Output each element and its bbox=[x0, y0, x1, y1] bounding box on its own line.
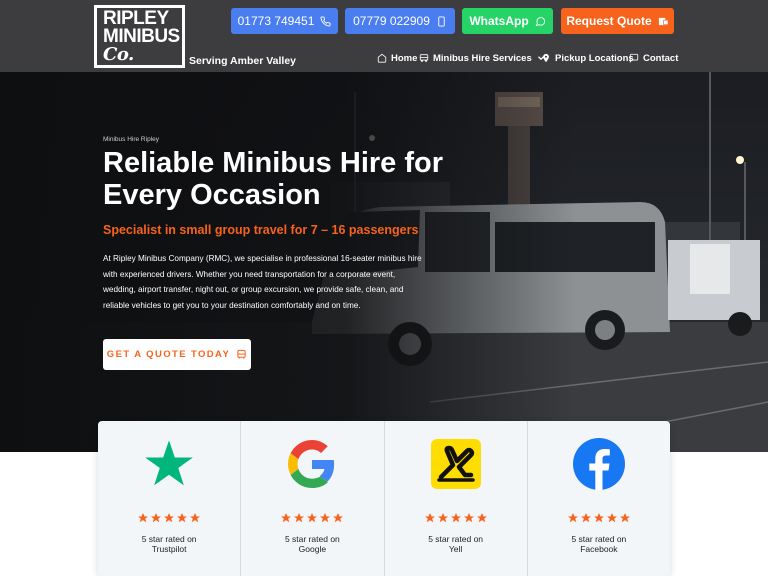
star-icon bbox=[151, 513, 162, 523]
star-icon bbox=[580, 513, 591, 523]
star-icon bbox=[164, 513, 175, 523]
star-icon bbox=[307, 513, 318, 523]
hero-section: Minibus Hire Ripley Reliable Minibus Hir… bbox=[0, 72, 768, 452]
star-icon bbox=[476, 513, 487, 523]
home-icon bbox=[377, 53, 387, 63]
site-logo[interactable]: RIPLEY MINIBUS Co. bbox=[94, 5, 185, 68]
review-caption-line-2: Trustpilot bbox=[151, 544, 187, 554]
phone-button-1[interactable]: 01773 749451 bbox=[231, 8, 338, 34]
yell-logo bbox=[429, 437, 483, 491]
nav-services-label: Minibus Hire Services bbox=[433, 52, 532, 64]
star-icon bbox=[424, 513, 435, 523]
star-icon bbox=[138, 513, 149, 523]
whatsapp-label: WhatsApp bbox=[469, 14, 529, 28]
trustpilot-star-icon bbox=[145, 440, 193, 486]
request-quote-label: Request Quote bbox=[566, 14, 652, 28]
review-card-yell[interactable]: 5 star rated on Yell bbox=[383, 421, 527, 576]
star-icon bbox=[190, 513, 201, 523]
phone-icon bbox=[320, 15, 331, 26]
chat-icon bbox=[629, 53, 639, 63]
star-icon bbox=[606, 513, 617, 523]
nav-contact-label: Contact bbox=[643, 52, 679, 64]
star-rating bbox=[528, 512, 670, 524]
review-caption: 5 star rated on Google bbox=[241, 534, 383, 554]
map-pin-icon bbox=[543, 53, 549, 63]
review-caption-line-2: Yell bbox=[448, 544, 463, 554]
phone-1-label: 01773 749451 bbox=[237, 14, 315, 28]
review-caption: 5 star rated on Facebook bbox=[528, 534, 670, 554]
star-icon bbox=[450, 513, 461, 523]
star-icon bbox=[463, 513, 474, 523]
yell-icon bbox=[430, 439, 481, 489]
quote-icon bbox=[658, 17, 669, 25]
mobile-phone-icon bbox=[438, 15, 445, 27]
request-quote-button[interactable]: Request Quote bbox=[561, 8, 674, 34]
bus-icon bbox=[237, 349, 246, 359]
review-card-facebook[interactable]: 5 star rated on Facebook bbox=[526, 421, 670, 576]
review-caption-line-1: 5 star rated on bbox=[571, 534, 627, 544]
site-header: RIPLEY MINIBUS Co. Serving Amber Valley … bbox=[0, 0, 768, 72]
star-icon bbox=[619, 513, 630, 523]
whatsapp-button[interactable]: WhatsApp bbox=[462, 8, 553, 34]
review-caption-line-2: Google bbox=[298, 544, 327, 554]
nav-minibus-hire-services[interactable]: Minibus Hire Services bbox=[419, 51, 546, 65]
facebook-icon bbox=[572, 438, 625, 490]
logo-line-3: Co. bbox=[103, 44, 134, 65]
google-g-icon bbox=[288, 440, 335, 488]
review-caption-line-2: Facebook bbox=[580, 544, 618, 554]
nav-contact[interactable]: Contact bbox=[629, 51, 678, 65]
review-caption: 5 star rated on Trustpilot bbox=[98, 534, 240, 554]
nav-pickup-label: Pickup Locations bbox=[555, 52, 634, 64]
star-icon bbox=[333, 513, 344, 523]
star-rating bbox=[241, 512, 383, 524]
review-caption-line-1: 5 star rated on bbox=[428, 534, 484, 544]
review-card-trustpilot[interactable]: 5 star rated on Trustpilot bbox=[98, 421, 240, 576]
hero-description: At Ripley Minibus Company (RMC), we spec… bbox=[103, 254, 422, 310]
hero-title: Reliable Minibus Hire for Every Occasion bbox=[103, 147, 443, 211]
hero-eyebrow: Minibus Hire Ripley bbox=[103, 136, 159, 143]
hero-subtitle: Specialist in small group travel for 7 –… bbox=[103, 223, 419, 237]
phone-2-label: 07779 022909 bbox=[353, 14, 430, 28]
bus-icon bbox=[419, 54, 429, 62]
google-logo bbox=[285, 437, 339, 491]
star-icon bbox=[593, 513, 604, 523]
reviews-panel: 5 star rated on Trustpilot 5 star rated … bbox=[98, 421, 670, 576]
review-card-google[interactable]: 5 star rated on Google bbox=[240, 421, 383, 576]
get-quote-label: GET A QUOTE TODAY bbox=[106, 349, 231, 360]
star-icon bbox=[567, 513, 578, 523]
site-tagline: Serving Amber Valley bbox=[189, 55, 296, 67]
star-rating bbox=[98, 512, 240, 524]
phone-button-2[interactable]: 07779 022909 bbox=[345, 8, 455, 34]
review-caption: 5 star rated on Yell bbox=[385, 534, 527, 554]
whatsapp-icon bbox=[535, 16, 545, 26]
star-rating bbox=[385, 512, 527, 524]
trustpilot-logo bbox=[142, 437, 196, 491]
star-icon bbox=[294, 513, 305, 523]
star-icon bbox=[320, 513, 331, 523]
nav-pickup-locations[interactable]: Pickup Locations bbox=[541, 51, 634, 65]
star-icon bbox=[437, 513, 448, 523]
nav-home[interactable]: Home bbox=[377, 51, 417, 65]
star-icon bbox=[177, 513, 188, 523]
star-icon bbox=[281, 513, 292, 523]
review-caption-line-1: 5 star rated on bbox=[141, 534, 197, 544]
get-quote-button[interactable]: GET A QUOTE TODAY bbox=[103, 339, 251, 370]
review-caption-line-1: 5 star rated on bbox=[284, 534, 340, 544]
nav-home-label: Home bbox=[391, 52, 418, 64]
facebook-logo bbox=[572, 437, 626, 491]
